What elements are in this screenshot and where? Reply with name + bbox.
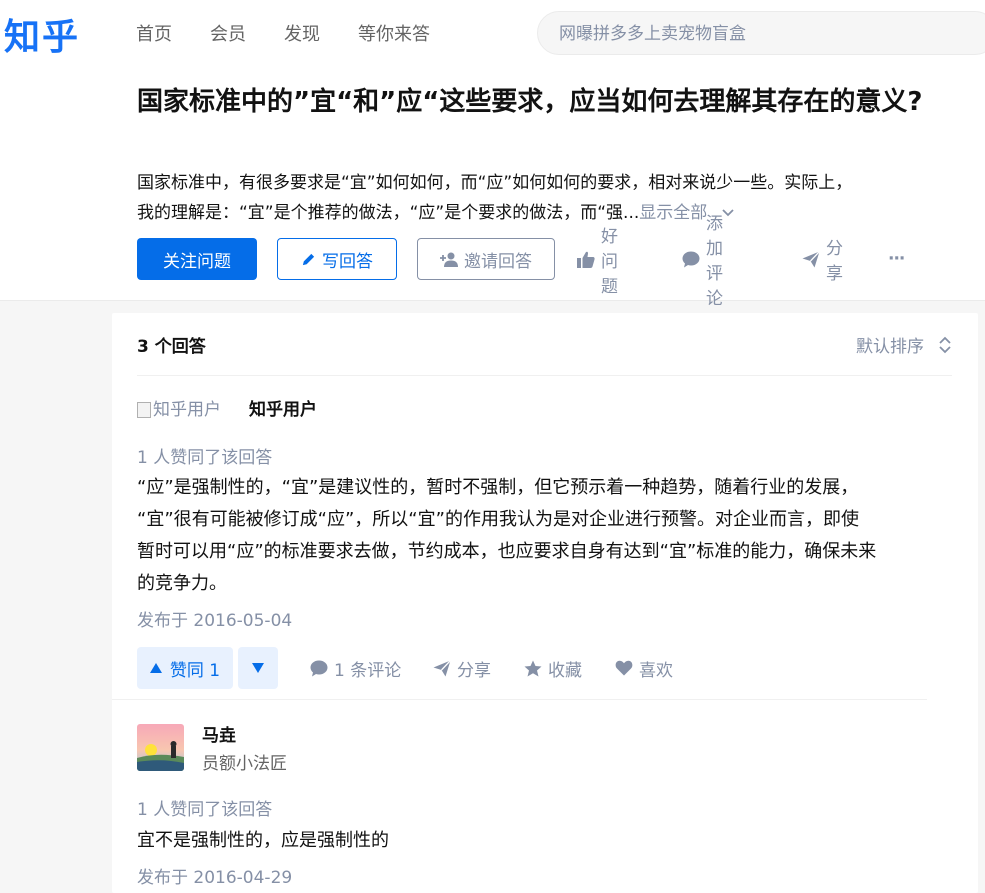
add-user-icon xyxy=(440,252,458,267)
author-name[interactable]: 马垚 xyxy=(202,721,236,746)
answer-actions: 赞同 1 1 条评论 分享 收藏 喜欢 xyxy=(137,647,952,689)
triangle-down-icon xyxy=(252,663,264,673)
answer-item: 知乎用户 知乎用户 1 人赞同了该回答 “应”是强制性的，“宜”是建议性的，暂时… xyxy=(137,391,952,689)
thumbs-up-icon xyxy=(577,251,595,268)
vote-count-text: 1 人赞同了该回答 xyxy=(137,448,273,468)
share-question-label: 分享 xyxy=(826,239,843,284)
question-excerpt: 国家标准中，有很多要求是“宜”如何如何，而“应”如何如何的要求，相对来说少一些。… xyxy=(137,168,977,228)
answer-list-header: 3 个回答 默认排序 xyxy=(137,313,952,376)
answer-item: 马垚 员额小法匠 1 人赞同了该回答 宜不是强制性的，应是强制性的 发布于 20… xyxy=(137,717,952,888)
nav-waiting-answers[interactable]: 等你来答 xyxy=(358,20,430,46)
answer-count: 3 个回答 xyxy=(137,337,206,357)
add-comment-label: 添加评论 xyxy=(706,214,723,309)
sort-arrows-icon xyxy=(939,336,951,353)
invite-answer-button[interactable]: 邀请回答 xyxy=(417,238,555,280)
nav-vip[interactable]: 会员 xyxy=(210,20,246,46)
collect-label: 收藏 xyxy=(548,660,582,681)
main-nav: 首页 会员 发现 等你来答 xyxy=(136,20,468,46)
like-button[interactable]: 喜欢 xyxy=(615,647,673,689)
broken-image-icon xyxy=(137,402,151,418)
publish-date[interactable]: 发布于 2016-04-29 xyxy=(137,863,952,888)
search-box xyxy=(537,11,985,55)
sort-dropdown[interactable]: 默认排序 xyxy=(856,332,952,357)
heart-icon xyxy=(615,660,633,676)
upvote-label: 赞同 1 xyxy=(169,660,221,681)
answer-content-line: “宜”很有可能被修订成“应”，所以“宜”的作用我认为是对企业进行预警。对企业而言… xyxy=(137,509,859,530)
share-answer-button[interactable]: 分享 xyxy=(433,647,491,689)
answer-divider xyxy=(112,699,927,700)
top-bar: 知乎 首页 会员 发现 等你来答 xyxy=(0,0,985,66)
paper-plane-icon xyxy=(802,250,820,268)
triangle-up-icon xyxy=(149,663,162,673)
good-question-label: 好问题 xyxy=(601,226,618,297)
question-header: 国家标准中的”宜“和”应“这些要求，应当如何去理解其存在的意义? 国家标准中，有… xyxy=(0,66,985,309)
pencil-icon xyxy=(301,252,316,267)
comments-button[interactable]: 1 条评论 xyxy=(310,647,401,689)
question-excerpt-line: 我的理解是：“宜”是个推荐的做法，“应”是个要求的做法，而“强...显示全部 xyxy=(137,198,977,228)
comments-label: 1 条评论 xyxy=(334,660,402,681)
avatar[interactable]: 知乎用户 xyxy=(137,395,221,420)
share-question-button[interactable]: 分享 xyxy=(802,238,843,284)
answer-content: 宜不是强制性的，应是强制性的 xyxy=(137,830,389,851)
vote-count-text: 1 人赞同了该回答 xyxy=(137,800,273,820)
answer-content: “应”是强制性的，“宜”是建议性的，暂时不强制，但它预示着一种趋势，随着行业的发… xyxy=(137,472,952,600)
share-answer-label: 分享 xyxy=(457,660,491,681)
answer-content-line: “应”是强制性的，“宜”是建议性的，暂时不强制，但它预示着一种趋势，随着行业的发… xyxy=(137,477,859,498)
sunset-avatar-image xyxy=(137,724,184,771)
avatar[interactable] xyxy=(137,724,184,771)
answer-list: 3 个回答 默认排序 知乎用户 知乎用户 1 人赞同了该回答 “应”是强制性的，… xyxy=(112,313,978,893)
nav-home[interactable]: 首页 xyxy=(136,20,172,46)
avatar-alt-text: 知乎用户 xyxy=(153,400,221,420)
comment-bubble-icon xyxy=(310,660,328,677)
collect-button[interactable]: 收藏 xyxy=(524,647,582,689)
answer-content-line: 暂时可以用“应”的标准要求去做，节约成本，也应要求自身有达到“宜”标准的能力，确… xyxy=(137,541,877,562)
question-excerpt-line: 国家标准中，有很多要求是“宜”如何如何，而“应”如何如何的要求，相对来说少一些。… xyxy=(137,173,853,193)
author-name[interactable]: 知乎用户 xyxy=(249,395,317,420)
nav-discover[interactable]: 发现 xyxy=(284,20,320,46)
write-answer-label: 写回答 xyxy=(322,251,373,272)
write-answer-button[interactable]: 写回答 xyxy=(277,238,397,280)
excerpt-text: 我的理解是：“宜”是个推荐的做法，“应”是个要求的做法，而“强... xyxy=(137,203,640,223)
paper-plane-icon xyxy=(433,659,451,677)
answer-author: 知乎用户 知乎用户 xyxy=(137,391,952,439)
comment-bubble-icon xyxy=(682,251,700,268)
question-title: 国家标准中的”宜“和”应“这些要求，应当如何去理解其存在的意义? xyxy=(137,87,923,117)
good-question-button[interactable]: 好问题 xyxy=(577,227,618,297)
answer-content-line: 的竞争力。 xyxy=(137,573,227,594)
show-all-label: 显示全部 xyxy=(639,203,708,223)
publish-date[interactable]: 发布于 2016-05-04 xyxy=(137,606,952,631)
like-label: 喜欢 xyxy=(639,660,673,681)
add-comment-button[interactable]: 添加评论 xyxy=(682,214,723,309)
star-icon xyxy=(524,660,542,677)
invite-answer-label: 邀请回答 xyxy=(464,251,532,272)
answer-author: 马垚 员额小法匠 xyxy=(137,717,952,777)
downvote-button[interactable] xyxy=(238,647,278,689)
zhihu-logo[interactable]: 知乎 xyxy=(4,8,80,60)
follow-question-button[interactable]: 关注问题 xyxy=(137,238,257,280)
sort-label: 默认排序 xyxy=(856,337,924,357)
upvote-button[interactable]: 赞同 1 xyxy=(137,647,233,689)
search-input[interactable] xyxy=(557,23,961,45)
more-options-button[interactable]: ··· xyxy=(888,238,905,280)
author-headline: 员额小法匠 xyxy=(202,754,287,774)
